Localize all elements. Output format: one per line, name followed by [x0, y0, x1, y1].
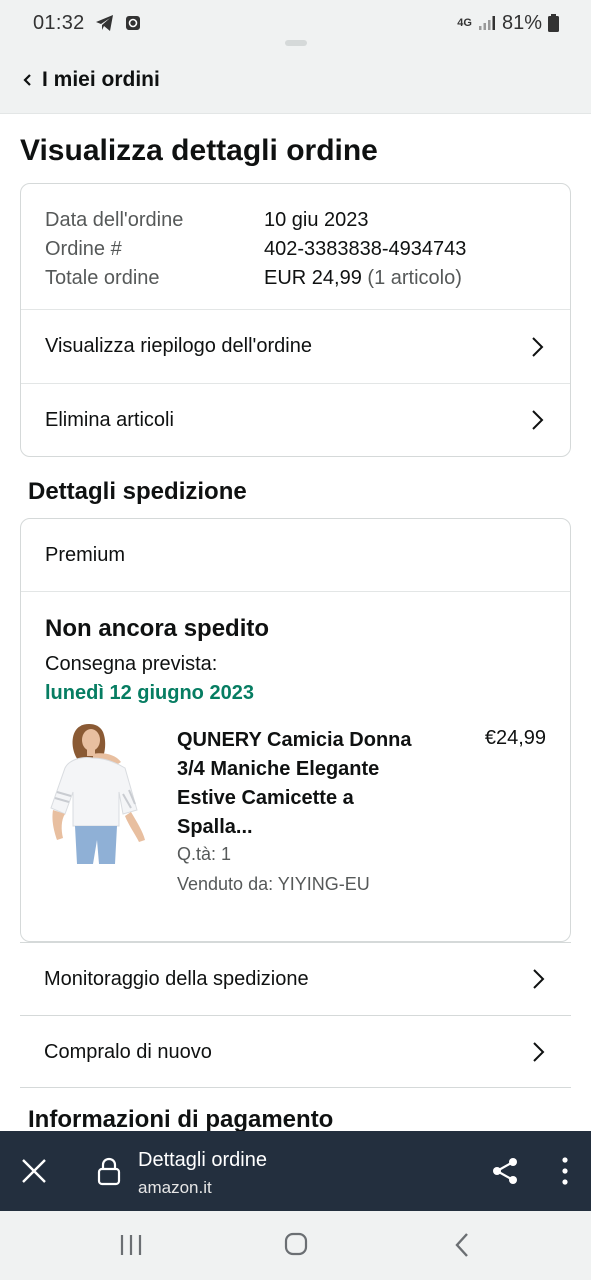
order-date-row: Data dell'ordine 10 giu 2023 — [45, 206, 546, 235]
product-image[interactable] — [45, 722, 155, 864]
page-title: Visualizza dettagli ordine — [20, 134, 378, 167]
order-total-amount: EUR 24,99 — [264, 267, 362, 289]
order-number-row: Ordine # 402-3383838-4934743 — [45, 235, 546, 264]
close-icon[interactable] — [20, 1157, 48, 1185]
browser-page-title: Dettagli ordine — [138, 1149, 267, 1171]
order-total-label: Totale ordine — [45, 267, 160, 289]
back-link-my-orders[interactable]: I miei ordini — [42, 68, 160, 92]
battery-icon — [548, 14, 559, 32]
buy-again-row[interactable]: Compralo di nuovo — [20, 1015, 571, 1088]
battery-level: 81% — [501, 11, 542, 34]
chevron-right-icon — [529, 968, 547, 990]
network-4g-icon: 4G — [457, 17, 472, 29]
browser-domain: amazon.it — [138, 1178, 212, 1197]
buy-again-label: Compralo di nuovo — [44, 1040, 212, 1063]
android-nav-bar — [0, 1211, 591, 1280]
back-icon[interactable] — [452, 1232, 472, 1258]
delete-items-link[interactable]: Elimina articoli — [21, 383, 570, 456]
product-price: €24,99 — [484, 727, 546, 749]
app-notification-icon — [125, 15, 141, 31]
order-number-label: Ordine # — [45, 238, 122, 260]
back-header[interactable]: I miei ordini — [0, 46, 591, 114]
chevron-right-icon — [529, 1041, 547, 1063]
track-shipment-row[interactable]: Monitoraggio della spedizione — [20, 942, 571, 1015]
order-total-value: EUR 24,99 (1 articolo) — [264, 264, 462, 293]
view-order-summary-link[interactable]: Visualizza riepilogo dell'ordine — [21, 310, 570, 383]
product-quantity: Q.tà: 1 — [177, 844, 232, 864]
home-icon[interactable] — [284, 1232, 308, 1256]
order-total-row: Totale ordine EUR 24,99 (1 articolo) — [45, 264, 546, 293]
shipment-card: Premium Non ancora spedito Consegna prev… — [20, 518, 571, 942]
order-info-card: Data dell'ordine 10 giu 2023 Ordine # 40… — [20, 183, 571, 457]
order-date-value: 10 giu 2023 — [264, 209, 369, 231]
status-time: 01:32 — [33, 11, 85, 34]
more-options-icon[interactable] — [557, 1156, 573, 1186]
shipment-status: Non ancora spedito — [45, 615, 270, 642]
view-order-summary-label: Visualizza riepilogo dell'ordine — [45, 335, 312, 357]
recent-apps-icon[interactable] — [118, 1233, 144, 1257]
order-summary: Data dell'ordine 10 giu 2023 Ordine # 40… — [21, 184, 570, 310]
order-item-count: (1 articolo) — [367, 267, 462, 289]
chevron-right-icon — [528, 409, 546, 431]
chevron-left-icon[interactable] — [18, 70, 38, 90]
delivery-label: Consegna prevista: — [45, 653, 218, 675]
delivery-date: lunedì 12 giugno 2023 — [45, 682, 254, 704]
payment-section-title: Informazioni di pagamento — [28, 1106, 334, 1133]
chevron-right-icon — [528, 336, 546, 358]
order-date-label: Data dell'ordine — [45, 209, 184, 231]
shipping-type: Premium — [21, 519, 570, 592]
browser-bottom-bar: Dettagli ordine amazon.it — [0, 1131, 591, 1211]
product-title-link[interactable]: QUNERY Camicia Donna 3/4 Maniche Elegant… — [177, 726, 413, 842]
product-seller: Venduto da: YIYING-EU — [177, 874, 370, 894]
share-icon[interactable] — [490, 1156, 520, 1186]
track-shipment-label: Monitoraggio della spedizione — [44, 967, 309, 990]
shipping-section-title: Dettagli spedizione — [28, 478, 247, 505]
delete-items-label: Elimina articoli — [45, 408, 174, 431]
divider — [20, 1087, 571, 1088]
telegram-icon — [95, 14, 115, 32]
signal-icon — [478, 15, 496, 31]
order-number-value: 402-3383838-4934743 — [264, 238, 467, 260]
lock-icon — [96, 1156, 122, 1186]
